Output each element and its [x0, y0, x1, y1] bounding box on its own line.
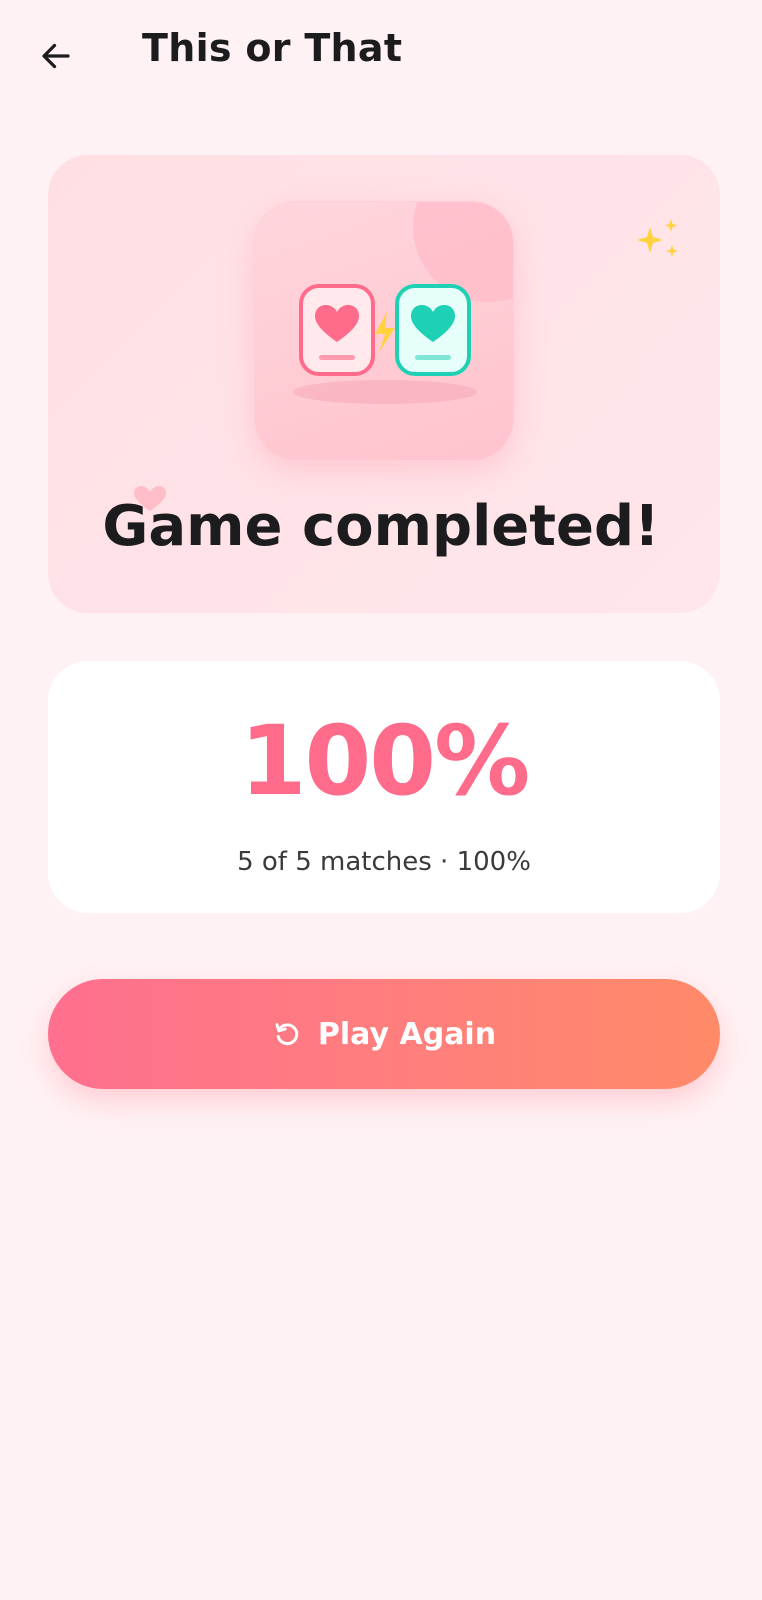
sparkles-icon — [637, 219, 678, 257]
top-app-bar: This or That — [0, 0, 762, 104]
game-icon-tile — [254, 201, 514, 461]
match-percentage: 100% — [239, 705, 531, 817]
score-card: 100% 5 of 5 matches · 100% — [48, 661, 720, 913]
play-again-label: Play Again — [317, 1016, 497, 1052]
arrow-left-icon — [42, 43, 70, 69]
this-or-that-hearts-icon — [299, 284, 471, 376]
completion-title: Game completed! — [102, 494, 660, 559]
app-screen: This or That Game completed! 100% 5 of 5… — [0, 0, 762, 1600]
match-summary: 5 of 5 matches · 100% — [237, 847, 531, 877]
restart-icon — [272, 1019, 302, 1049]
back-button[interactable] — [30, 30, 82, 82]
play-again-button[interactable]: Play Again — [48, 979, 720, 1089]
tile-shadow — [293, 380, 477, 404]
page-title: This or That — [142, 26, 403, 70]
